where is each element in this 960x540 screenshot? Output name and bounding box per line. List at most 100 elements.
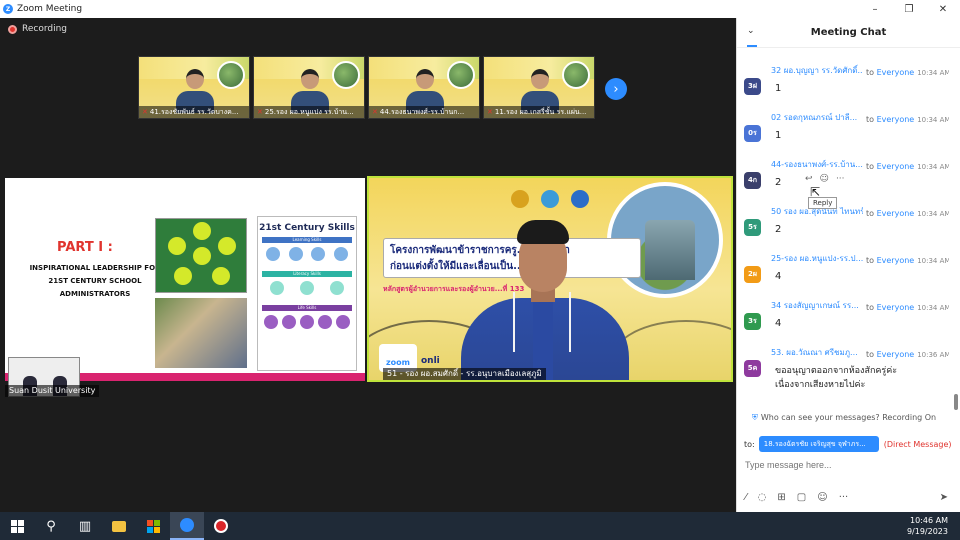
code-snippet-icon[interactable]: ◌	[758, 492, 767, 503]
chat-time: 10:34 AM	[917, 304, 949, 312]
participant-thumbnail[interactable]: ✕ 41.รองชัยพันธ์ รร.วัดบางค...	[138, 56, 250, 119]
chat-sender[interactable]: 53. ผอ.วัณณา ศรีชมภู...	[771, 346, 863, 359]
chat-message[interactable]: 5ร 50 รอง ผอ.สุดนันท์ ไทนทร์...to Everyo…	[737, 203, 951, 250]
clock-date: 9/19/2023	[906, 527, 948, 536]
mic-muted-icon: ✕	[142, 108, 148, 116]
window-title: Zoom Meeting	[17, 4, 83, 14]
more-options-icon[interactable]: ···	[836, 174, 845, 184]
message-hover-actions: ↩ ☺ ···	[805, 174, 845, 184]
file-icon[interactable]: ▢	[797, 492, 806, 503]
system-clock[interactable]: 10:46 AM 9/19/2023	[907, 515, 948, 537]
chat-message[interactable]: 3ฝ 32 ผอ.บุญญา รร.วัดศักดิ์...to Everyon…	[737, 62, 951, 109]
participant-thumbnails: ✕ 41.รองชัยพันธ์ รร.วัดบางค... ✕ 25.รอง ผอ…	[138, 56, 595, 119]
avatar: 5ร	[744, 219, 761, 236]
app-taskbar-button[interactable]	[204, 512, 238, 540]
chat-message[interactable]: 3ร 34 รองสัญญาเกษณ์ รร... to Everyone 10:3…	[737, 297, 951, 344]
chevron-right-icon: ›	[613, 81, 619, 97]
meeting-chat-panel: ⌄ Meeting Chat 3ฝ 32 ผอ.บุญญา รร.วัดศักด…	[736, 18, 960, 512]
participant-name: 44.รองธนาพงศ์-รร.บ้านก...	[379, 108, 465, 116]
shared-slide-tile[interactable]: PART I : INSPIRATIONAL LEADERSHIP FOR 21…	[5, 178, 365, 381]
avatar: 3ฝ	[744, 78, 761, 95]
chat-text: 4	[775, 271, 782, 282]
participant-name: 51 - รอง ผอ.สมศักดิ์ - รร.อนุบาลเมืองเลส…	[383, 368, 546, 380]
participant-thumbnail[interactable]: ✕ 44.รองธนาพงศ์-รร.บ้านก...	[368, 56, 480, 119]
participant-name: 11.รอง ผอ.เกสรี่ชั้น รร.แผ่น...	[494, 108, 587, 116]
store-button[interactable]	[136, 512, 170, 540]
meeting-video-area: Recording ✕ 41.รองชัยพันธ์ รร.วัดบางค... …	[0, 18, 736, 512]
chat-recipient: Everyone	[876, 209, 915, 218]
search-icon: ⚲	[46, 518, 56, 534]
zoom-taskbar-button[interactable]	[170, 512, 204, 540]
clock-time: 10:46 AM	[910, 516, 948, 525]
to-label: to:	[744, 439, 755, 449]
chat-time: 10:34 AM	[917, 163, 949, 171]
shield-icon: ⛨	[751, 413, 758, 422]
chat-sender[interactable]: 44-รองธนาพงศ์-รร.บ้าน...	[771, 158, 863, 171]
next-page-button[interactable]: ›	[605, 78, 627, 100]
recipient-row: to: 18.รองฉัตรชัย เจริญสุข จุฬาภร... (Di…	[744, 436, 952, 452]
format-icon[interactable]: ⁄	[745, 492, 747, 503]
emoji-react-icon[interactable]: ☺	[820, 174, 829, 184]
chat-recipient: Everyone	[876, 350, 915, 359]
chat-title: Meeting Chat	[810, 27, 887, 38]
mic-muted-icon: ✕	[257, 108, 263, 116]
task-view-button[interactable]: ▥	[68, 512, 102, 540]
direct-message-label: (Direct Message)	[883, 439, 952, 449]
participant-thumbnail[interactable]: ✕ 11.รอง ผอ.เกสรี่ชั้น รร.แผ่น...	[483, 56, 595, 119]
start-button[interactable]	[0, 512, 34, 540]
search-button[interactable]: ⚲	[34, 512, 68, 540]
recording-label: Recording	[22, 24, 68, 34]
mouse-cursor-icon: ⇱	[810, 185, 821, 199]
restore-button[interactable]: ❐	[892, 0, 926, 18]
taskbar: ⚲ ▥ 10:46 AM 9/19/2023	[0, 512, 960, 540]
file-explorer-button[interactable]	[102, 512, 136, 540]
avatar: 2ผ	[744, 266, 761, 283]
mic-muted-icon: ✕	[487, 108, 493, 116]
task-view-icon: ▥	[78, 518, 92, 534]
chat-recipient: Everyone	[876, 162, 915, 171]
chat-sender[interactable]: 32 ผอ.บุญญา รร.วัดศักดิ์...	[771, 64, 863, 77]
chat-message[interactable]: 4ก 44-รองธนาพงศ์-รร.บ้าน... to Everyone 10…	[737, 156, 951, 203]
chat-message[interactable]: 5ค 53. ผอ.วัณณา ศรีชมภู... to Everyone 10:…	[737, 344, 951, 404]
chat-message[interactable]: 2ผ 25-รอง ผอ.หนูแปง-รร.ป... to Everyone 10…	[737, 250, 951, 297]
reply-icon[interactable]: ↩	[805, 174, 813, 184]
emoji-icon[interactable]: ☺	[817, 492, 827, 503]
send-icon[interactable]: ➤	[940, 492, 948, 503]
online-label: onli	[421, 356, 440, 366]
chat-text: ขออนุญาตออกจากห้องสักครู่ค่ะ เนื่องจากเส…	[775, 366, 898, 390]
chat-time: 10:34 AM	[917, 69, 949, 77]
chat-time: 10:34 AM	[917, 210, 949, 218]
active-speaker-video[interactable]: โครงการพัฒนาข้าราชการครู...การศึกษา ก่อน…	[367, 176, 733, 382]
chat-recipient: Everyone	[876, 256, 915, 265]
more-icon[interactable]: ···	[839, 492, 849, 503]
chat-sender[interactable]: 02 รอดกุหณภรณ์ ปาลี...	[771, 111, 863, 124]
chat-scrollbar[interactable]	[954, 394, 958, 410]
avatar: 3ร	[744, 313, 761, 330]
minimize-button[interactable]: –	[858, 0, 892, 18]
slide-subtitle: INSPIRATIONAL LEADERSHIP FOR 21ST CENTUR…	[29, 264, 161, 298]
avatar: 5ค	[744, 360, 761, 377]
chat-header: ⌄ Meeting Chat	[737, 18, 960, 48]
chat-text: 1	[775, 130, 782, 141]
chat-text: 2	[775, 177, 782, 188]
screenshot-icon[interactable]: ⊞	[777, 492, 785, 503]
close-button[interactable]: ✕	[926, 0, 960, 18]
chat-time: 10:36 AM	[917, 351, 949, 359]
recipient-select[interactable]: 18.รองฉัตรชัย เจริญสุข จุฬาภร...	[758, 436, 879, 452]
chat-recipient: Everyone	[876, 115, 915, 124]
chat-sender[interactable]: 25-รอง ผอ.หนูแปง-รร.ป...	[771, 252, 863, 265]
chat-sender[interactable]: 34 รองสัญญาเกษณ์ รร...	[771, 299, 863, 312]
participant-thumbnail[interactable]: ✕ 25.รอง ผอ.หนูแปง รร.บ้าน...	[253, 56, 365, 119]
mic-muted-icon: ✕	[372, 108, 378, 116]
chat-message-input[interactable]	[745, 460, 945, 470]
leadership-diagram	[155, 218, 247, 293]
chat-message[interactable]: 0ร 02 รอดกุหณภรณ์ ปาลี... to Everyone 10:3…	[737, 109, 951, 156]
chat-visibility-notice[interactable]: ⛨ Who can see your messages? Recording On	[737, 413, 951, 423]
app-icon	[214, 519, 228, 533]
chat-toolbar: ⁄ ◌ ⊞ ▢ ☺ ···	[745, 492, 848, 503]
chat-recipient: Everyone	[876, 303, 915, 312]
recording-indicator[interactable]: Recording	[8, 24, 67, 34]
chat-text: 1	[775, 83, 782, 94]
chat-time: 10:34 AM	[917, 257, 949, 265]
windows-icon	[10, 519, 24, 533]
